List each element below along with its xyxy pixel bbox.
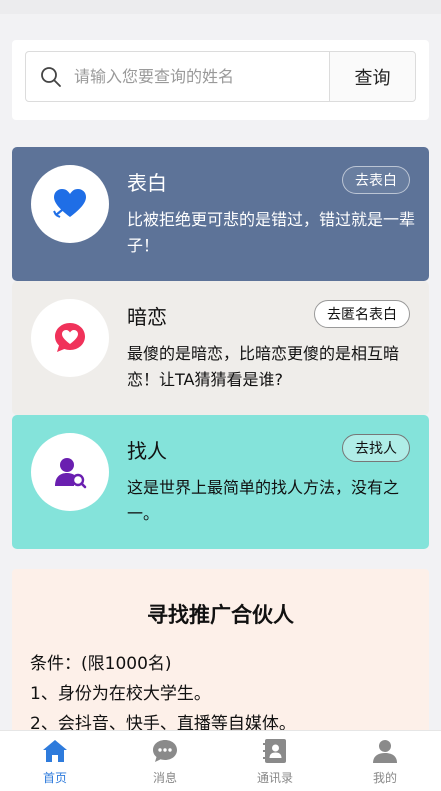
confess-card[interactable]: 表白 去表白 比被拒绝更可悲的是错过，错过就是一辈子！ (12, 147, 429, 281)
find-person-avatar (31, 433, 109, 511)
heart-bubble-icon (55, 323, 85, 352)
search-input[interactable] (74, 52, 328, 101)
search-icon (41, 67, 61, 87)
crush-avatar (31, 299, 109, 377)
find-person-title: 找人 (127, 439, 167, 463)
partner-line: 1、身份为在校大学生。 (30, 684, 211, 704)
confess-title: 表白 (127, 171, 167, 195)
tab-label: 首页 (42, 771, 67, 785)
confess-avatar (31, 165, 109, 243)
tab-label: 我的 (372, 771, 397, 785)
tab-profile[interactable]: 我的 (330, 731, 440, 791)
tab-label: 通讯录 (256, 771, 293, 785)
crush-card[interactable]: 暗恋 去匿名表白 最傻的是暗恋，比暗恋更傻的是相互暗恋！让TA猜猜看是谁? (12, 281, 429, 415)
heart-arrow-icon (53, 189, 86, 218)
anonymous-confess-button[interactable]: 去匿名表白 (314, 300, 410, 328)
search-button[interactable]: 查询 (329, 52, 415, 101)
bottom-tab-bar: 首页 消息 通讯录 我的 (0, 730, 441, 791)
find-person-card[interactable]: 找人 去找人 这是世界上最简单的找人方法，没有之一。 (12, 415, 429, 549)
tab-contacts[interactable]: 通讯录 (220, 731, 330, 791)
crush-title: 暗恋 (127, 305, 167, 329)
search-card: 查询 (12, 40, 429, 120)
home-icon (43, 740, 67, 762)
tab-messages[interactable]: 消息 (110, 731, 220, 791)
go-find-button[interactable]: 去找人 (342, 434, 410, 462)
find-person-description: 这是世界上最简单的找人方法，没有之一。 (127, 478, 400, 523)
partner-title: 寻找推广合伙人 (147, 603, 294, 627)
tab-home[interactable]: 首页 (0, 731, 110, 791)
contacts-icon (263, 739, 286, 763)
tab-label: 消息 (152, 771, 177, 785)
confess-description: 比被拒绝更可悲的是错过，错过就是一辈子！ (127, 210, 416, 255)
chat-icon (153, 740, 177, 762)
profile-icon (373, 740, 397, 763)
partner-conditions: 条件：(限1000名) 1、身份为在校大学生。 2、会抖音、快手、直播等自媒体。 (30, 649, 296, 739)
go-confess-button[interactable]: 去表白 (342, 166, 410, 194)
crush-description: 最傻的是暗恋，比暗恋更傻的是相互暗恋！让TA猜猜看是谁? (127, 344, 400, 389)
partner-line: 条件：(限1000名) (30, 654, 172, 674)
search-box: 查询 (25, 51, 416, 102)
person-search-icon (55, 458, 87, 489)
status-bar (0, 0, 441, 14)
